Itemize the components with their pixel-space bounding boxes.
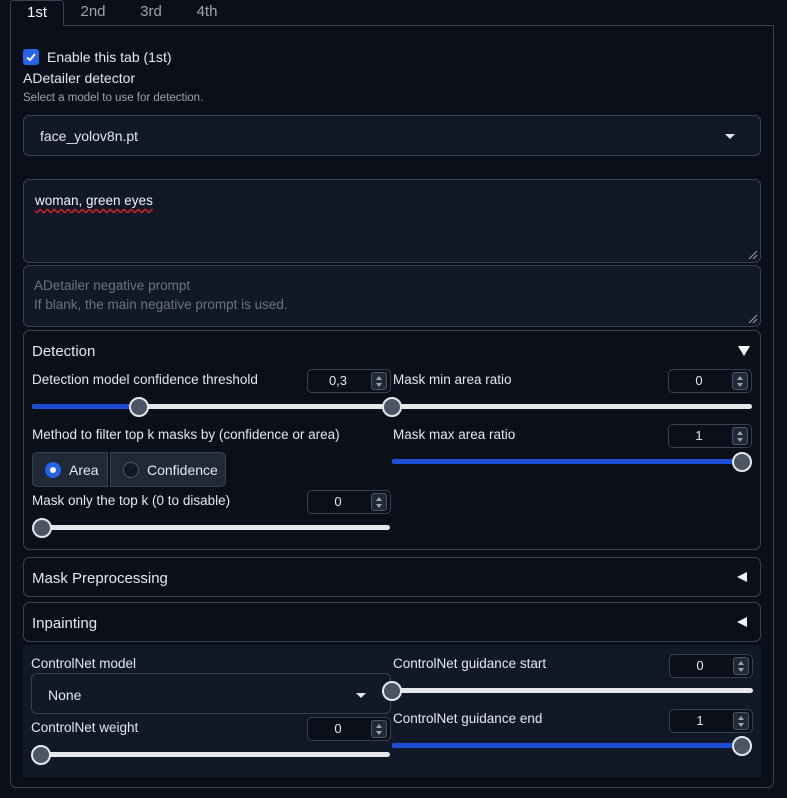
confidence-number-input[interactable]: 0,3 (307, 369, 391, 393)
top-k-label: Mask only the top k (0 to disable) (32, 493, 231, 508)
spinner-icon[interactable] (371, 372, 387, 390)
radio-label-confidence: Confidence (147, 462, 218, 478)
spinner-icon[interactable] (371, 493, 387, 511)
controlnet-model-label: ControlNet model (31, 656, 137, 671)
negative-prompt-textarea[interactable]: ADetailer negative prompt If blank, the … (23, 265, 761, 327)
controlnet-weight-slider-thumb[interactable] (31, 745, 51, 765)
expand-triangle-icon[interactable] (737, 572, 747, 582)
radio-option-area[interactable]: Area (32, 452, 108, 487)
controlnet-weight-slider[interactable] (31, 745, 390, 765)
mask-min-slider-thumb[interactable] (382, 397, 402, 417)
mask-max-label: Mask max area ratio (393, 427, 516, 442)
confidence-value: 0,3 (328, 373, 348, 388)
controlnet-weight-label: ControlNet weight (31, 720, 139, 735)
detector-label: ADetailer detector (23, 70, 136, 86)
controlnet-weight-value: 0 (334, 721, 342, 736)
mask-preprocessing-section[interactable]: Mask Preprocessing (23, 557, 761, 597)
chevron-down-icon (356, 693, 366, 698)
inpainting-title: Inpainting (32, 615, 98, 632)
resize-handle-icon[interactable] (748, 250, 758, 260)
top-k-value: 0 (334, 494, 342, 509)
mask-min-label: Mask min area ratio (393, 372, 512, 387)
inpainting-section[interactable]: Inpainting (23, 602, 761, 642)
radio-unselected-icon (123, 462, 139, 478)
radio-option-confidence[interactable]: Confidence (110, 452, 226, 487)
mask-preprocessing-title: Mask Preprocessing (32, 570, 168, 587)
spinner-icon[interactable] (732, 372, 748, 390)
mask-min-slider[interactable] (382, 397, 752, 417)
tab-4th[interactable]: 4th (184, 0, 230, 26)
check-icon (26, 53, 36, 62)
radio-selected-icon (45, 462, 61, 478)
mask-min-number-input[interactable]: 0 (668, 369, 752, 393)
tab-bar: 1st 2nd 3rd 4th (0, 0, 787, 26)
spinner-icon[interactable] (732, 427, 748, 445)
spinner-icon[interactable] (733, 657, 749, 675)
guidance-start-slider-thumb[interactable] (382, 681, 402, 701)
chevron-down-icon (725, 134, 735, 139)
detector-value: face_yolov8n.pt (40, 128, 139, 144)
controlnet-model-value: None (48, 687, 82, 703)
resize-handle-icon[interactable] (748, 314, 758, 324)
controlnet-weight-number-input[interactable]: 0 (307, 717, 391, 741)
controlnet-model-dropdown[interactable]: None (31, 673, 391, 714)
expand-triangle-icon[interactable] (737, 617, 747, 627)
enable-tab-checkbox[interactable] (23, 49, 39, 65)
detection-title[interactable]: Detection (32, 343, 95, 360)
guidance-start-slider[interactable] (382, 681, 753, 701)
confidence-label: Detection model confidence threshold (32, 372, 258, 387)
collapse-triangle-icon[interactable] (738, 346, 750, 356)
confidence-slider-fill (32, 404, 140, 409)
prompt-textarea[interactable]: woman, green eyes (23, 179, 761, 263)
filter-method-label: Method to filter top k masks by (confide… (32, 427, 340, 442)
radio-label-area: Area (69, 462, 99, 478)
guidance-end-value: 1 (696, 713, 704, 728)
mask-max-number-input[interactable]: 1 (668, 424, 752, 448)
negative-prompt-placeholder-2: If blank, the main negative prompt is us… (34, 297, 288, 312)
tab-2nd[interactable]: 2nd (70, 0, 116, 26)
guidance-end-number-input[interactable]: 1 (669, 709, 753, 733)
spinner-icon[interactable] (733, 712, 749, 730)
mask-max-slider-fill (392, 459, 742, 464)
negative-prompt-placeholder-1: ADetailer negative prompt (34, 278, 191, 293)
tab-3rd[interactable]: 3rd (128, 0, 174, 26)
detector-hint: Select a model to use for detection. (23, 92, 204, 104)
guidance-end-slider-fill (392, 743, 742, 748)
guidance-end-slider[interactable] (392, 736, 752, 756)
detector-dropdown[interactable]: face_yolov8n.pt (23, 115, 761, 156)
confidence-slider[interactable] (32, 397, 390, 417)
tab-1st[interactable]: 1st (10, 0, 64, 26)
mask-max-slider-thumb[interactable] (732, 452, 752, 472)
mask-min-value: 0 (695, 373, 703, 388)
guidance-end-slider-thumb[interactable] (732, 736, 752, 756)
top-k-slider[interactable] (32, 518, 390, 538)
enable-tab-label: Enable this tab (1st) (47, 49, 172, 65)
top-k-number-input[interactable]: 0 (307, 490, 391, 514)
guidance-end-label: ControlNet guidance end (393, 711, 543, 726)
mask-max-value: 1 (695, 428, 703, 443)
prompt-text: woman, green eyes (35, 193, 153, 208)
mask-max-slider[interactable] (392, 452, 752, 472)
spinner-icon[interactable] (371, 720, 387, 738)
top-k-slider-thumb[interactable] (32, 518, 52, 538)
guidance-start-label: ControlNet guidance start (393, 656, 547, 671)
guidance-start-value: 0 (696, 658, 704, 673)
guidance-start-number-input[interactable]: 0 (669, 654, 753, 678)
